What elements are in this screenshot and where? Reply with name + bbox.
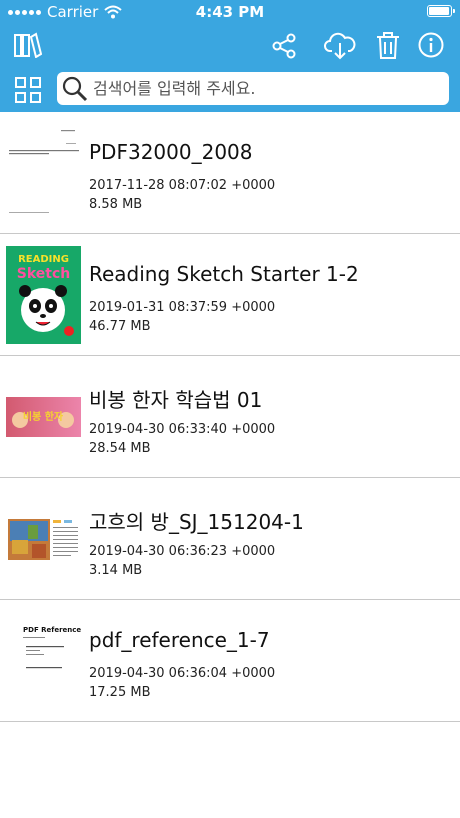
- file-size: 46.77 MB: [89, 319, 151, 334]
- search-icon: [62, 76, 88, 102]
- file-size: 17.25 MB: [89, 685, 151, 700]
- file-title: 고흐의 방_SJ_151204-1: [89, 510, 304, 534]
- file-title: 비봉 한자 학습법 01: [89, 388, 263, 412]
- file-size: 28.54 MB: [89, 441, 151, 456]
- file-size: 3.14 MB: [89, 563, 143, 578]
- list-item[interactable]: 고흐의 방_SJ_151204-1 2019-04-30 06:36:23 +0…: [0, 478, 460, 600]
- top-bar: Carrier 4:43 PM: [0, 0, 460, 112]
- status-time: 4:43 PM: [195, 3, 265, 21]
- status-bar: Carrier 4:43 PM: [0, 0, 460, 24]
- list-item[interactable]: READING Sketch Reading Sketch Starter 1-…: [0, 234, 460, 356]
- thumbnail-pdf32000: [6, 124, 81, 222]
- thumb-reading-sub: Sketch: [17, 266, 70, 282]
- file-date: 2019-04-30 06:36:04 +0000: [89, 666, 276, 681]
- file-title: PDF32000_2008: [89, 140, 253, 164]
- file-date: 2019-04-30 06:33:40 +0000: [89, 422, 276, 437]
- thumb-pdfref-title: PDF Reference: [23, 626, 81, 634]
- file-title: Reading Sketch Starter 1-2: [89, 262, 359, 286]
- list-item[interactable]: PDF Reference pdf_reference_1-7 2019-04-…: [0, 600, 460, 722]
- thumb-bibong: 비봉 한자: [23, 410, 64, 423]
- trash-icon[interactable]: [376, 32, 400, 59]
- file-title: pdf_reference_1-7: [89, 628, 270, 652]
- thumb-reading-title: READING: [18, 254, 69, 265]
- thumbnail-pdf-reference: PDF Reference: [6, 612, 81, 710]
- file-date: 2019-04-30 06:36:23 +0000: [89, 544, 276, 559]
- list-item[interactable]: PDF32000_2008 2017-11-28 08:07:02 +0000 …: [0, 112, 460, 234]
- search-input[interactable]: [93, 72, 443, 105]
- thumbnail-gogh-room: [6, 490, 81, 588]
- cloud-download-icon[interactable]: [324, 31, 356, 61]
- grid-view-icon[interactable]: [15, 77, 41, 103]
- thumbnail-bibong: 비봉 한자: [6, 368, 81, 466]
- share-icon[interactable]: [271, 33, 297, 59]
- file-date: 2017-11-28 08:07:02 +0000: [89, 178, 276, 193]
- thumbnail-reading-sketch: READING Sketch: [6, 246, 81, 344]
- file-date: 2019-01-31 08:37:59 +0000: [89, 300, 276, 315]
- list-item[interactable]: 비봉 한자 비봉 한자 학습법 01 2019-04-30 06:33:40 +…: [0, 356, 460, 478]
- battery-icon: [427, 5, 455, 17]
- library-icon[interactable]: [14, 32, 42, 58]
- file-size: 8.58 MB: [89, 197, 143, 212]
- info-icon[interactable]: [418, 32, 444, 58]
- file-list: PDF32000_2008 2017-11-28 08:07:02 +0000 …: [0, 112, 460, 722]
- search-bar[interactable]: [57, 72, 449, 105]
